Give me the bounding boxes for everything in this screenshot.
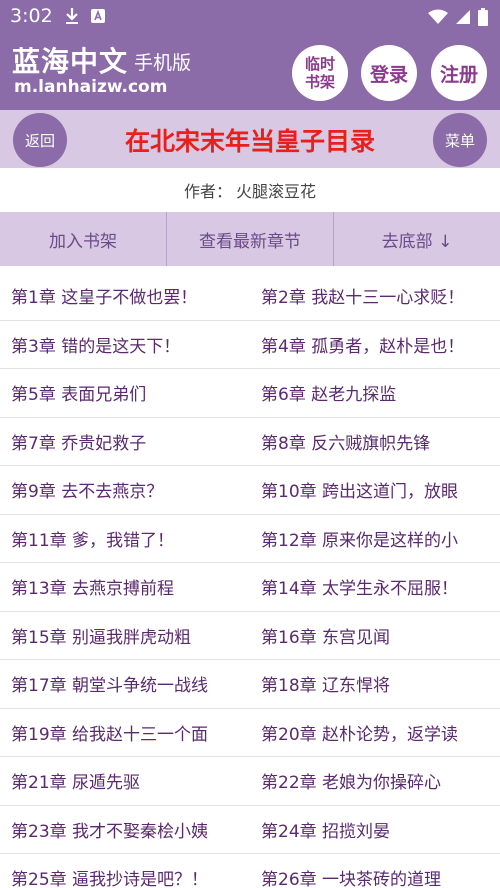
chapter-link[interactable]: 第2章 我赵十三一心求贬！	[250, 272, 500, 320]
chapter-row: 第5章 表面兄弟们 第6章 赵老九探监	[0, 369, 500, 418]
chapter-row: 第25章 逼我抄诗是吧？！ 第26章 一块茶砖的道理	[0, 854, 500, 888]
status-time: 3:02	[10, 5, 53, 27]
chapter-link[interactable]: 第16章 东宫见闻	[250, 612, 500, 660]
chapter-link[interactable]: 第7章 乔贵妃救子	[0, 418, 250, 466]
chapter-row: 第13章 去燕京搏前程 第14章 太学生永不屈服！	[0, 563, 500, 612]
chapter-link[interactable]: 第6章 赵老九探监	[250, 369, 500, 417]
battery-icon	[478, 8, 488, 26]
view-latest-chapter-button[interactable]: 查看最新章节	[167, 212, 334, 266]
chapter-row: 第21章 尿遁先驱 第22章 老娘为你操碎心	[0, 757, 500, 806]
site-name[interactable]: 蓝海中文	[12, 40, 128, 80]
action-bar: 加入书架 查看最新章节 去底部 ↓	[0, 212, 500, 266]
chapter-link[interactable]: 第14章 太学生永不屈服！	[250, 563, 500, 611]
chapter-link[interactable]: 第25章 逼我抄诗是吧？！	[0, 854, 250, 888]
chapter-link[interactable]: 第23章 我才不娶秦桧小姨	[0, 806, 250, 854]
chapter-link[interactable]: 第13章 去燕京搏前程	[0, 563, 250, 611]
chapter-list: 第1章 这皇子不做也罢！ 第2章 我赵十三一心求贬！ 第3章 错的是这天下！ 第4章 …	[0, 272, 500, 888]
chapter-row: 第19章 给我赵十三一个面 第20章 赵朴论势，返学读	[0, 709, 500, 757]
site-header: 蓝海中文 手机版 m.lanhaizw.com 临时 书架 登录 注册	[0, 34, 500, 110]
temp-bookshelf-button[interactable]: 临时 书架	[292, 45, 348, 101]
site-suffix: 手机版	[134, 52, 192, 74]
chapter-link[interactable]: 第19章 给我赵十三一个面	[0, 709, 250, 757]
site-url: m.lanhaizw.com	[14, 77, 168, 97]
go-to-bottom-button[interactable]: 去底部 ↓	[334, 212, 500, 266]
chapter-link[interactable]: 第9章 去不去燕京？	[0, 466, 250, 514]
title-bar: 返回 在北宋末年当皇子目录 菜单	[0, 110, 500, 168]
login-button[interactable]: 登录	[361, 45, 417, 101]
chapter-row: 第7章 乔贵妃救子 第8章 反六贼旗帜先锋	[0, 418, 500, 466]
chapter-link[interactable]: 第26章 一块茶砖的道理	[250, 854, 500, 888]
font-app-icon	[91, 9, 105, 23]
temp-bookshelf-label-1: 临时	[304, 55, 335, 73]
chapter-row: 第17章 朝堂斗争统一战线 第18章 辽东悍将	[0, 660, 500, 709]
chapter-row: 第15章 别逼我胖虎动粗 第16章 东宫见闻	[0, 612, 500, 660]
chapter-link[interactable]: 第22章 老娘为你操碎心	[250, 757, 500, 805]
add-to-bookshelf-button[interactable]: 加入书架	[0, 212, 167, 266]
back-button[interactable]: 返回	[13, 113, 67, 167]
menu-button[interactable]: 菜单	[433, 113, 487, 167]
chapter-link[interactable]: 第12章 原来你是这样的小	[250, 515, 500, 563]
chapter-link[interactable]: 第10章 跨出这道门，放眼	[250, 466, 500, 514]
chapter-row: 第1章 这皇子不做也罢！ 第2章 我赵十三一心求贬！	[0, 272, 500, 321]
chapter-link[interactable]: 第3章 错的是这天下！	[0, 321, 250, 369]
author-row: 作者： 火腿滚豆花	[0, 168, 500, 212]
chapter-row: 第11章 爹，我错了！ 第12章 原来你是这样的小	[0, 515, 500, 563]
download-icon	[66, 8, 78, 24]
author-label: 作者：	[183, 182, 232, 201]
chapter-link[interactable]: 第24章 招揽刘晏	[250, 806, 500, 854]
temp-bookshelf-label-2: 书架	[304, 73, 335, 91]
chapter-link[interactable]: 第18章 辽东悍将	[250, 660, 500, 708]
chapter-link[interactable]: 第8章 反六贼旗帜先锋	[250, 418, 500, 466]
chapter-row: 第9章 去不去燕京？ 第10章 跨出这道门，放眼	[0, 466, 500, 515]
chapter-link[interactable]: 第5章 表面兄弟们	[0, 369, 250, 417]
chapter-link[interactable]: 第20章 赵朴论势，返学读	[250, 709, 500, 757]
chapter-link[interactable]: 第15章 别逼我胖虎动粗	[0, 612, 250, 660]
chapter-row: 第23章 我才不娶秦桧小姨 第24章 招揽刘晏	[0, 806, 500, 854]
wifi-icon	[428, 9, 448, 24]
chapter-link[interactable]: 第17章 朝堂斗争统一战线	[0, 660, 250, 708]
chapter-link[interactable]: 第11章 爹，我错了！	[0, 515, 250, 563]
chapter-link[interactable]: 第21章 尿遁先驱	[0, 757, 250, 805]
status-bar: 3:02	[0, 0, 500, 34]
chapter-row: 第3章 错的是这天下！ 第4章 孤勇者，赵朴是也！	[0, 321, 500, 369]
register-button[interactable]: 注册	[431, 45, 487, 101]
chapter-link[interactable]: 第4章 孤勇者，赵朴是也！	[250, 321, 500, 369]
author-name[interactable]: 火腿滚豆花	[236, 178, 316, 202]
signal-icon	[456, 10, 470, 24]
chapter-link[interactable]: 第1章 这皇子不做也罢！	[0, 272, 250, 320]
page-title: 在北宋末年当皇子目录	[124, 127, 375, 156]
